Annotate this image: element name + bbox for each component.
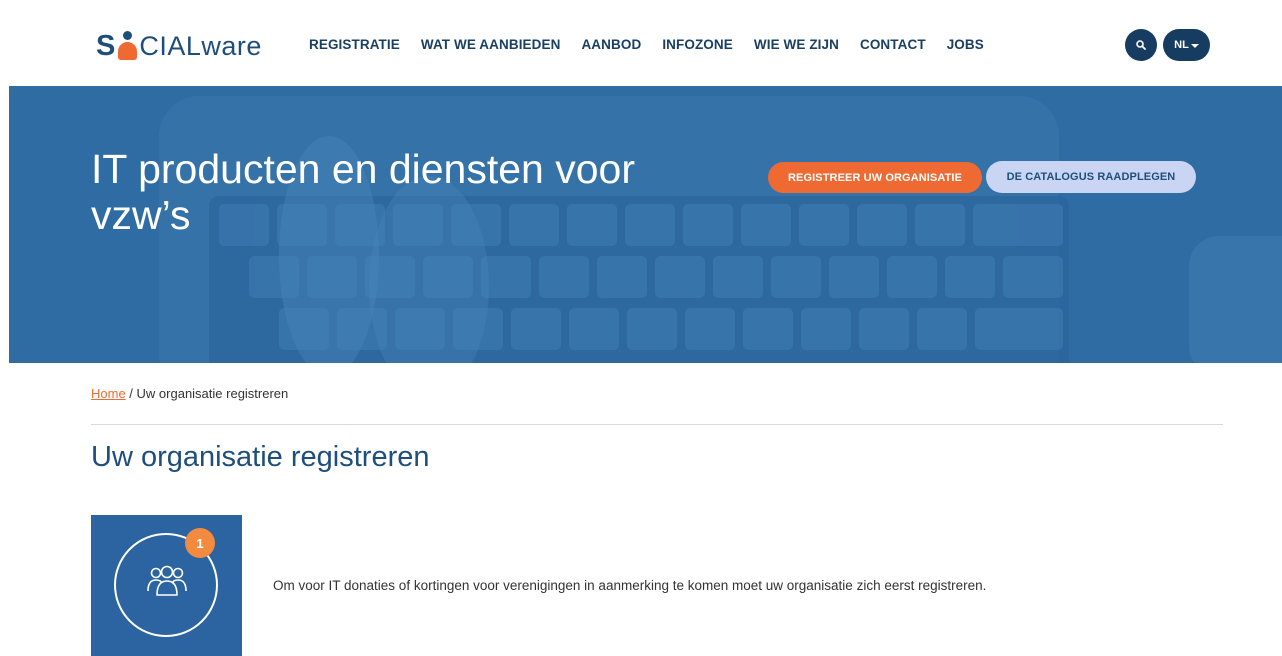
divider [91, 424, 1223, 425]
nav-item-jobs[interactable]: JOBS [947, 37, 984, 52]
nav-item-registratie[interactable]: REGISTRATIE [309, 37, 400, 52]
search-icon [1136, 40, 1146, 50]
step-tile: 1 [91, 515, 242, 656]
breadcrumb-current: Uw organisatie registreren [136, 386, 289, 401]
logo-person-icon [116, 31, 138, 61]
caret-down-icon [1190, 43, 1199, 48]
register-organisation-button[interactable]: REGISTREER UW ORGANISATIE [768, 162, 982, 193]
breadcrumb: Home / Uw organisatie registreren [91, 386, 288, 401]
nav-item-aanbod[interactable]: AANBOD [581, 37, 641, 52]
hero-banner: IT producten en diensten voor vzw’s REGI… [9, 86, 1282, 363]
language-selector[interactable]: NL [1163, 29, 1210, 61]
nav-item-wie-we-zijn[interactable]: WIE WE ZIJN [754, 37, 839, 52]
logo-text-cial: CIAL [139, 31, 202, 61]
nav-item-contact[interactable]: CONTACT [860, 37, 926, 52]
hero-title: IT producten en diensten voor vzw’s [91, 146, 635, 238]
breadcrumb-separator: / [125, 386, 137, 401]
main-nav: REGISTRATIE WAT WE AANBIEDEN AANBOD INFO… [309, 37, 1005, 52]
users-icon [147, 565, 187, 596]
language-label: NL [1174, 39, 1189, 51]
nav-item-wat-we-aanbieden[interactable]: WAT WE AANBIEDEN [421, 37, 561, 52]
step-description: Om voor IT donaties of kortingen voor ve… [273, 578, 987, 593]
search-button[interactable] [1125, 29, 1157, 61]
logo-text-ware: ware [201, 31, 262, 61]
logo-letter-s: S [96, 30, 116, 62]
step-number-badge: 1 [185, 528, 215, 558]
socialware-logo[interactable]: S CIAL ware [96, 27, 262, 61]
breadcrumb-home-link[interactable]: Home [91, 386, 126, 401]
page-title: Uw organisatie registreren [91, 441, 430, 473]
browse-catalogue-button[interactable]: DE CATALOGUS RAADPLEGEN [986, 161, 1196, 193]
nav-item-infozone[interactable]: INFOZONE [662, 37, 733, 52]
site-header: S CIAL ware REGISTRATIE WAT WE AANBIEDEN… [0, 0, 1282, 86]
